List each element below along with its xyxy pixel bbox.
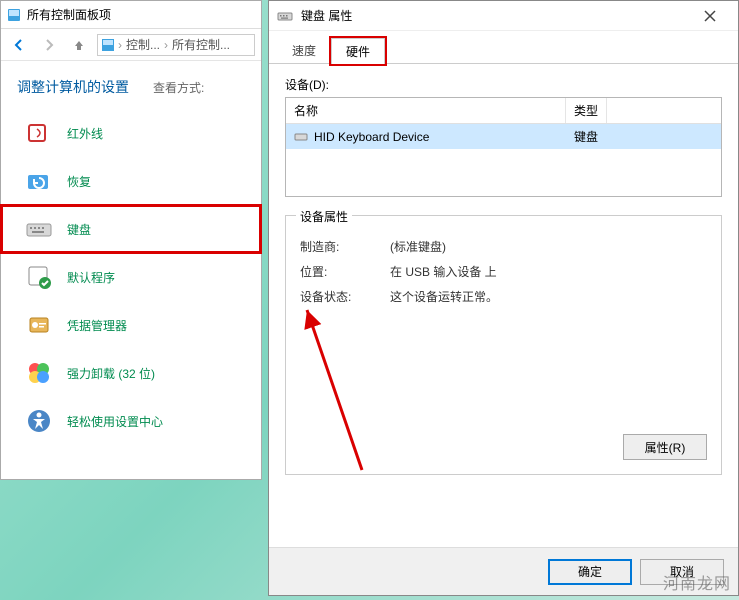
close-icon (704, 10, 716, 22)
cp-viewmode-label: 查看方式: (153, 79, 204, 96)
breadcrumb[interactable]: › 控制... › 所有控制... (97, 34, 255, 56)
device-name: HID Keyboard Device (314, 130, 429, 144)
cp-item-label: 强力卸载 (32 位) (67, 365, 155, 382)
cp-item-label: 键盘 (67, 221, 91, 238)
dlg-title-text: 键盘 属性 (301, 7, 352, 24)
chevron-right-icon: › (118, 38, 122, 52)
prop-manufacturer: 制造商: (标准键盘) (300, 238, 707, 255)
dlg-titlebar: 键盘 属性 (269, 1, 738, 31)
col-name[interactable]: 名称 (286, 98, 566, 123)
control-panel-icon (102, 39, 114, 51)
list-header: 名称 类型 (286, 98, 721, 124)
cp-item-uninstaller[interactable]: 强力卸载 (32 位) (1, 349, 261, 397)
cp-items: 红外线 恢复 键盘 默认程序 凭据管理器 强力卸载 (32 位) 轻松使用设置中… (1, 105, 261, 449)
btn-label: 属性(R) (645, 439, 686, 456)
tab-speed[interactable]: 速度 (277, 37, 331, 63)
tabs: 速度 硬件 (269, 31, 738, 64)
control-panel-window: 所有控制面板项 › 控制... › 所有控制... 调整计算机的设置 查看方式:… (0, 0, 262, 480)
prop-status: 设备状态: 这个设备运转正常。 (300, 288, 707, 305)
cp-item-default-programs[interactable]: 默认程序 (1, 253, 261, 301)
up-button[interactable] (67, 33, 91, 57)
credentials-icon (25, 311, 53, 339)
cp-item-label: 红外线 (67, 125, 103, 142)
control-panel-icon (7, 8, 21, 22)
crumb-part[interactable]: 控制... (126, 36, 160, 53)
cp-title-text: 所有控制面板项 (27, 6, 111, 23)
prop-location: 位置: 在 USB 输入设备 上 (300, 263, 707, 280)
list-item[interactable]: HID Keyboard Device 键盘 (286, 124, 721, 149)
cp-header: 调整计算机的设置 查看方式: (1, 61, 261, 105)
cp-item-label: 轻松使用设置中心 (67, 413, 163, 430)
devices-label: 设备(D): (285, 76, 722, 93)
default-programs-icon (25, 263, 53, 291)
device-type: 键盘 (566, 124, 606, 149)
ok-button[interactable]: 确定 (548, 559, 632, 585)
watermark: 河南龙网 (663, 570, 731, 594)
chevron-right-icon: › (164, 38, 168, 52)
cp-item-label: 凭据管理器 (67, 317, 127, 334)
infrared-icon (25, 119, 53, 147)
tab-label: 硬件 (346, 45, 370, 59)
prop-key: 设备状态: (300, 288, 390, 305)
prop-key: 位置: (300, 263, 390, 280)
cp-nav: › 控制... › 所有控制... (1, 29, 261, 61)
col-type[interactable]: 类型 (566, 98, 607, 123)
prop-value: 这个设备运转正常。 (390, 288, 498, 305)
cp-item-keyboard[interactable]: 键盘 (1, 205, 261, 253)
tab-label: 速度 (292, 44, 316, 58)
devices-list[interactable]: 名称 类型 HID Keyboard Device 键盘 (285, 97, 722, 197)
tab-body: 设备(D): 名称 类型 HID Keyboard Device 键盘 设备属性… (269, 64, 738, 487)
device-properties-group: 设备属性 制造商: (标准键盘) 位置: 在 USB 输入设备 上 设备状态: … (285, 215, 722, 475)
cp-item-label: 默认程序 (67, 269, 115, 286)
cp-item-label: 恢复 (67, 173, 91, 190)
close-button[interactable] (690, 2, 730, 30)
crumb-part[interactable]: 所有控制... (172, 36, 230, 53)
cp-item-ease-of-access[interactable]: 轻松使用设置中心 (1, 397, 261, 445)
ease-of-access-icon (25, 407, 53, 435)
back-button[interactable] (7, 33, 31, 57)
tab-hardware[interactable]: 硬件 (331, 38, 385, 64)
forward-button[interactable] (37, 33, 61, 57)
uninstaller-icon (25, 359, 53, 387)
keyboard-properties-dialog: 键盘 属性 速度 硬件 设备(D): 名称 类型 HID Keyboard De… (268, 0, 739, 596)
prop-value: (标准键盘) (390, 238, 446, 255)
cp-item-infrared[interactable]: 红外线 (1, 109, 261, 157)
btn-label: 确定 (578, 563, 602, 580)
cp-item-credentials[interactable]: 凭据管理器 (1, 301, 261, 349)
keyboard-icon (25, 215, 53, 243)
recovery-icon (25, 167, 53, 195)
keyboard-icon (277, 8, 293, 24)
prop-key: 制造商: (300, 238, 390, 255)
fieldset-legend: 设备属性 (296, 208, 352, 225)
cp-titlebar: 所有控制面板项 (1, 1, 261, 29)
keyboard-icon (294, 130, 308, 144)
cp-heading: 调整计算机的设置 (17, 77, 129, 97)
cp-item-recovery[interactable]: 恢复 (1, 157, 261, 205)
properties-button[interactable]: 属性(R) (623, 434, 707, 460)
prop-value: 在 USB 输入设备 上 (390, 263, 497, 280)
